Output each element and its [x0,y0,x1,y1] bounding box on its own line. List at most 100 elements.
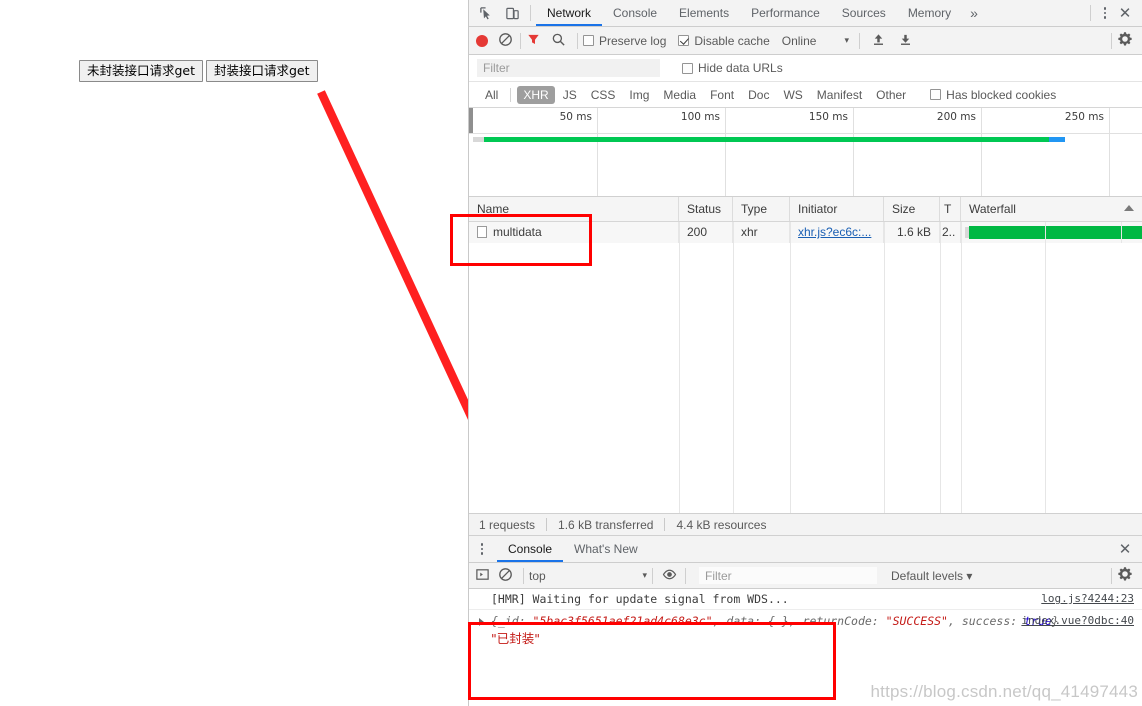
tab-console[interactable]: Console [602,0,668,26]
close-drawer-icon[interactable]: ✕ [1114,538,1136,560]
drawer-tab-console[interactable]: Console [497,536,564,562]
cell-initiator[interactable]: xhr.js?ec6c:... [790,222,884,243]
type-filter-css[interactable]: CSS [585,86,622,104]
console-log-levels-select[interactable]: Default levels ▾ [891,569,972,583]
type-filter-js[interactable]: JS [557,86,583,104]
disable-cache-checkbox[interactable]: Disable cache [678,33,770,48]
initiator-link[interactable]: xhr.js?ec6c:... [798,225,871,239]
type-filter-manifest[interactable]: Manifest [811,86,868,104]
console-settings-gear-icon[interactable] [1117,566,1133,585]
tab-performance[interactable]: Performance [740,0,831,26]
toggle-device-toolbar-icon[interactable] [499,1,525,26]
column-header-size[interactable]: Size [884,197,940,221]
devtools-panel: Network Console Elements Performance Sou… [468,0,1142,706]
disable-cache-label: Disable cache [694,33,770,48]
console-message-source-link[interactable]: index.vue?0dbc:40 [1021,612,1134,629]
filter-funnel-icon[interactable] [526,32,541,50]
wrapped-get-button[interactable]: 封装接口请求get [206,60,318,82]
console-toolbar-divider-1 [523,567,524,584]
type-filter-font[interactable]: Font [704,86,740,104]
console-toolbar-divider-2 [652,567,653,584]
devtools-menu-icon[interactable] [1096,2,1114,24]
column-header-type[interactable]: Type [733,197,790,221]
unwrapped-get-button[interactable]: 未封装接口请求get [79,60,204,82]
network-toolbar-divider-4 [1111,32,1112,49]
resource-type-row: All XHR JS CSS Img Media Font Doc WS Man… [469,82,1142,108]
drawer-tab-whats-new[interactable]: What's New [563,536,649,562]
overview-request-bar [484,137,1049,142]
overview-gridline [725,108,726,196]
has-blocked-cookies-checkbox[interactable]: Has blocked cookies [930,88,1056,102]
tab-sources[interactable]: Sources [831,0,897,26]
throttling-select[interactable]: Online ▾ [782,34,849,48]
console-message-object[interactable]: index.vue?0dbc:40 {_id: "5bac3f5651aef21… [469,610,1142,649]
column-header-initiator[interactable]: Initiator [790,197,884,221]
hide-data-urls-label: Hide data URLs [698,61,783,75]
expand-triangle-icon[interactable] [479,618,484,626]
inspect-element-icon[interactable] [473,1,499,26]
type-filter-img[interactable]: Img [623,86,655,104]
more-tabs-icon[interactable]: » [962,5,986,21]
column-header-status[interactable]: Status [679,197,733,221]
console-toolbar-divider-4 [1111,567,1112,584]
type-filter-divider [510,87,512,102]
web-page-area: 未封装接口请求get 封装接口请求get [0,0,468,706]
type-filter-media[interactable]: Media [657,86,702,104]
object-prefix: {_id: [491,614,533,628]
table-column-divider [679,222,680,513]
column-header-time[interactable]: T [940,197,961,221]
table-column-divider [884,222,885,513]
tab-memory[interactable]: Memory [897,0,962,26]
export-har-icon[interactable] [898,32,913,50]
console-message-hmr[interactable]: [HMR] Waiting for update signal from WDS… [469,589,1142,610]
console-context-select[interactable]: top ▾ [529,569,647,583]
record-button[interactable] [476,34,488,47]
drawer-menu-icon[interactable] [473,538,491,560]
search-icon[interactable] [551,32,566,50]
overview-left-handle[interactable] [469,108,473,134]
hide-data-urls-checkbox[interactable]: Hide data URLs [682,61,783,75]
object-suffix: , success: [947,614,1025,628]
overview-download-segment [1049,137,1065,142]
live-expression-eye-icon[interactable] [662,567,677,585]
clear-network-log-icon[interactable] [498,32,513,50]
object-return-code: "SUCCESS" [885,614,948,628]
preserve-log-checkbox[interactable]: Preserve log [583,34,666,48]
console-message-chinese: "已封装" [491,631,540,646]
network-toolbar: Preserve log Disable cache Online ▾ [469,27,1142,55]
type-filter-xhr[interactable]: XHR [517,85,555,104]
console-toolbar-divider-3 [685,567,686,584]
network-filter-input[interactable] [477,59,660,77]
type-filter-doc[interactable]: Doc [742,86,775,104]
cell-waterfall[interactable] [961,222,1142,243]
table-column-divider [961,222,962,513]
cell-size: 1.6 kB [884,222,940,243]
cell-name[interactable]: multidata [469,222,679,243]
table-column-divider [733,222,734,513]
table-row[interactable]: multidata 200 xhr xhr.js?ec6c:... 1.6 kB… [469,222,1142,243]
import-har-icon[interactable] [871,32,886,50]
devtools-tabstrip: Network Console Elements Performance Sou… [469,0,1142,27]
requests-table-body: multidata 200 xhr xhr.js?ec6c:... 1.6 kB… [469,222,1142,513]
close-devtools-icon[interactable]: ✕ [1114,2,1136,24]
console-message-source-link[interactable]: log.js?4244:23 [1041,591,1134,607]
clear-console-icon[interactable] [498,567,513,585]
console-filter-input[interactable] [699,567,877,584]
waterfall-gridline [1121,222,1122,243]
column-header-waterfall[interactable]: Waterfall [961,197,1142,221]
type-filter-all[interactable]: All [479,86,504,104]
gear-icon[interactable] [1117,31,1133,50]
annotation-arrow [317,90,468,420]
summary-resources: 4.4 kB resources [676,517,767,532]
network-overview-graph[interactable]: 50 ms 100 ms 150 ms 200 ms 250 ms [469,108,1142,197]
overview-gridline [981,108,982,196]
type-filter-ws[interactable]: WS [777,86,808,104]
console-message-list: [HMR] Waiting for update signal from WDS… [469,589,1142,670]
tab-elements[interactable]: Elements [668,0,740,26]
type-filter-other[interactable]: Other [870,86,912,104]
console-sidebar-icon[interactable] [475,567,490,585]
requests-table-header: Name Status Type Initiator Size T Waterf… [469,197,1142,222]
column-header-name[interactable]: Name [469,197,679,221]
tab-network[interactable]: Network [536,0,603,26]
network-toolbar-right [1106,31,1142,50]
